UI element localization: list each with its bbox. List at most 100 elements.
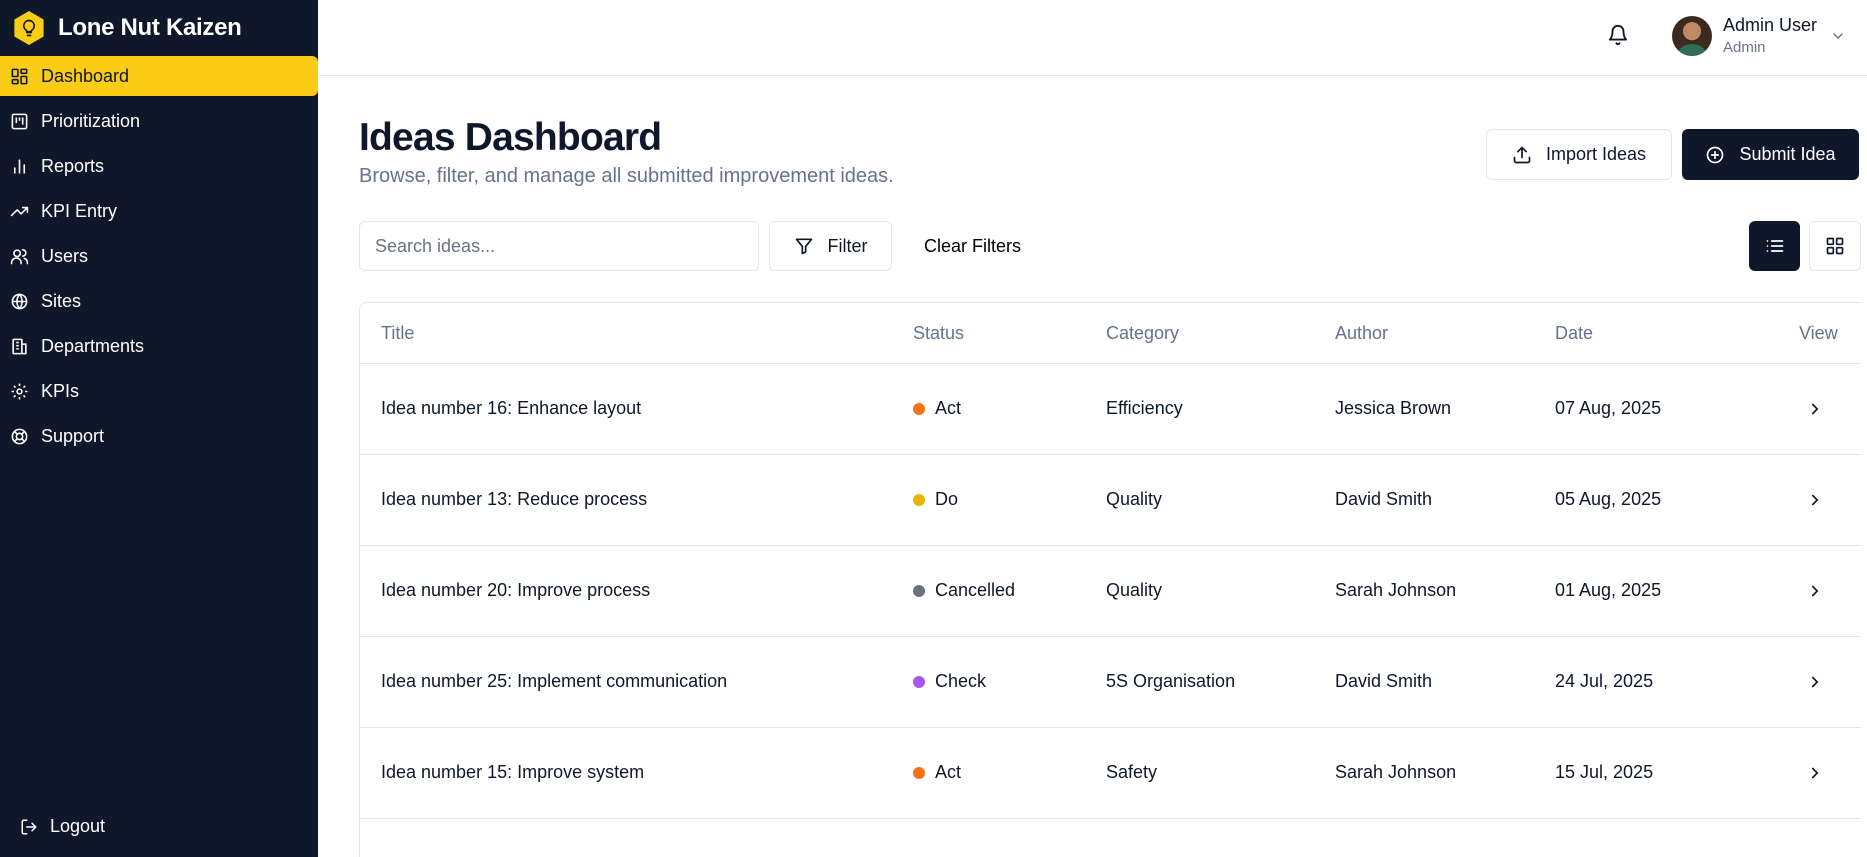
idea-author: Jessica Brown [1335, 398, 1452, 418]
idea-date: 24 Jul, 2025 [1555, 671, 1654, 691]
status-dot [913, 584, 925, 597]
sidebar-item-kpis[interactable]: KPIs [0, 371, 318, 411]
column-header-category[interactable]: Category [1106, 323, 1179, 344]
sidebar-item-sites[interactable]: Sites [0, 281, 318, 321]
sidebar-item-reports[interactable]: Reports [0, 146, 318, 186]
sidebar-item-label: Users [41, 245, 89, 266]
status-dot [913, 766, 925, 779]
chevron-right-icon[interactable] [1806, 673, 1824, 691]
idea-author: Sarah Johnson [1335, 580, 1457, 600]
sidebar-item-departments[interactable]: Departments [0, 326, 318, 366]
idea-category: 5S Organisation [1106, 671, 1236, 691]
brand[interactable]: Lone Nut Kaizen [12, 8, 242, 48]
status-dot [913, 493, 925, 506]
dashboard-icon [11, 68, 28, 84]
submit-idea-button[interactable]: Submit Idea [1682, 129, 1859, 180]
sidebar-item-prioritization[interactable]: Prioritization [0, 101, 318, 141]
clear-filters-button[interactable]: Clear Filters [905, 221, 1040, 271]
sidebar-item-label: Departments [41, 335, 145, 356]
chevron-right-icon[interactable] [1806, 582, 1824, 600]
filter-label: Filter [827, 235, 868, 256]
sidebar-item-kpi-entry[interactable]: KPI Entry [0, 191, 318, 231]
sidebar-item-dashboard[interactable]: Dashboard [0, 56, 318, 96]
status-label: Cancelled [935, 580, 1016, 600]
bar-chart-icon [13, 158, 26, 174]
users-icon [10, 248, 29, 264]
status-label: Do [935, 489, 959, 509]
building-icon [12, 338, 27, 354]
sidebar-item-users[interactable]: Users [0, 236, 318, 276]
avatar[interactable] [1672, 16, 1712, 56]
trending-up-icon [10, 206, 29, 216]
lifebuoy-icon [11, 428, 28, 444]
table-row[interactable]: Idea number 20: Improve process Cancelle… [360, 546, 1861, 637]
chevron-right-icon[interactable] [1806, 764, 1824, 782]
chevron-right-icon[interactable] [1806, 400, 1824, 418]
chevron-down-icon[interactable] [1830, 28, 1846, 44]
column-header-date[interactable]: Date [1555, 323, 1593, 344]
plus-circle-icon [1707, 146, 1724, 163]
sidebar-item-label: Sites [41, 290, 82, 311]
column-header-author[interactable]: Author [1335, 323, 1388, 344]
page-title: Ideas Dashboard [359, 116, 662, 159]
sidebar-item-support[interactable]: Support [0, 416, 318, 456]
column-header-view: View [1799, 323, 1838, 343]
column-header-title[interactable]: Title [381, 323, 414, 344]
sidebar: Lone Nut Kaizen Dashboard Prioritization… [0, 0, 318, 857]
table-row[interactable]: Idea number 25: Implement communication … [360, 637, 1861, 728]
logout-icon [21, 819, 37, 834]
search-input[interactable] [359, 221, 759, 271]
idea-title: Idea number 16: Enhance layout [381, 398, 642, 418]
filter-button[interactable]: Filter [769, 221, 892, 271]
user-name[interactable]: Admin User [1723, 15, 1817, 36]
idea-title: Idea number 15: Improve system [381, 762, 645, 782]
status-label: Check [935, 671, 987, 691]
idea-title: Idea number 13: Reduce process [381, 489, 648, 509]
idea-date: 05 Aug, 2025 [1555, 489, 1662, 509]
table-row[interactable]: Idea number 16: Enhance layout Act Effic… [360, 364, 1861, 455]
sidebar-item-label: Reports [41, 155, 105, 176]
lightbulb-logo-icon [14, 11, 44, 45]
idea-title: Idea number 20: Improve process [381, 580, 651, 600]
clear-filters-label: Clear Filters [923, 235, 1021, 256]
list-view-toggle[interactable] [1749, 221, 1800, 271]
sidebar-item-label: KPIs [41, 380, 80, 401]
logout-label: Logout [50, 816, 106, 836]
submit-idea-label: Submit Idea [1739, 144, 1836, 164]
idea-title: Idea number 25: Implement communication [381, 671, 728, 691]
sidebar-item-label: KPI Entry [41, 200, 118, 221]
idea-date: 15 Jul, 2025 [1555, 762, 1654, 782]
grid-view-toggle[interactable] [1809, 221, 1861, 271]
status-badge: Cancelled [913, 580, 1015, 601]
idea-category: Efficiency [1106, 398, 1183, 418]
table-row[interactable]: Idea number 15: Improve system Act Safet… [360, 728, 1861, 819]
sidebar-nav: Dashboard Prioritization Reports KPI Ent… [0, 56, 318, 461]
sidebar-item-label: Support [41, 425, 105, 446]
logout-button[interactable]: Logout [20, 816, 105, 837]
sidebar-item-label: Dashboard [41, 65, 130, 86]
sidebar-item-label: Prioritization [41, 110, 141, 131]
idea-category: Safety [1106, 762, 1158, 782]
status-label: Act [935, 762, 962, 782]
column-header-status[interactable]: Status [913, 323, 964, 344]
status-badge: Do [913, 489, 958, 510]
bell-icon[interactable] [1607, 24, 1629, 46]
idea-author: David Smith [1335, 671, 1433, 691]
grid-icon [1826, 237, 1844, 255]
kanban-icon [11, 113, 28, 129]
ideas-table: Title Status Category Author Date View I… [359, 302, 1861, 857]
filter-icon [795, 238, 812, 255]
status-dot [913, 402, 925, 415]
table-header: Title Status Category Author Date View [360, 303, 1861, 364]
upload-icon [1513, 146, 1531, 163]
idea-author: David Smith [1335, 489, 1433, 509]
chevron-right-icon[interactable] [1806, 491, 1824, 509]
globe-icon [11, 293, 28, 309]
idea-category: Quality [1106, 580, 1163, 600]
idea-date: 01 Aug, 2025 [1555, 580, 1662, 600]
import-ideas-button[interactable]: Import Ideas [1486, 129, 1672, 180]
table-row[interactable]: Idea number 13: Reduce process Do Qualit… [360, 455, 1861, 546]
status-label: Act [935, 398, 962, 418]
top-bar: Admin User Admin [318, 0, 1867, 76]
list-icon [1766, 240, 1783, 252]
